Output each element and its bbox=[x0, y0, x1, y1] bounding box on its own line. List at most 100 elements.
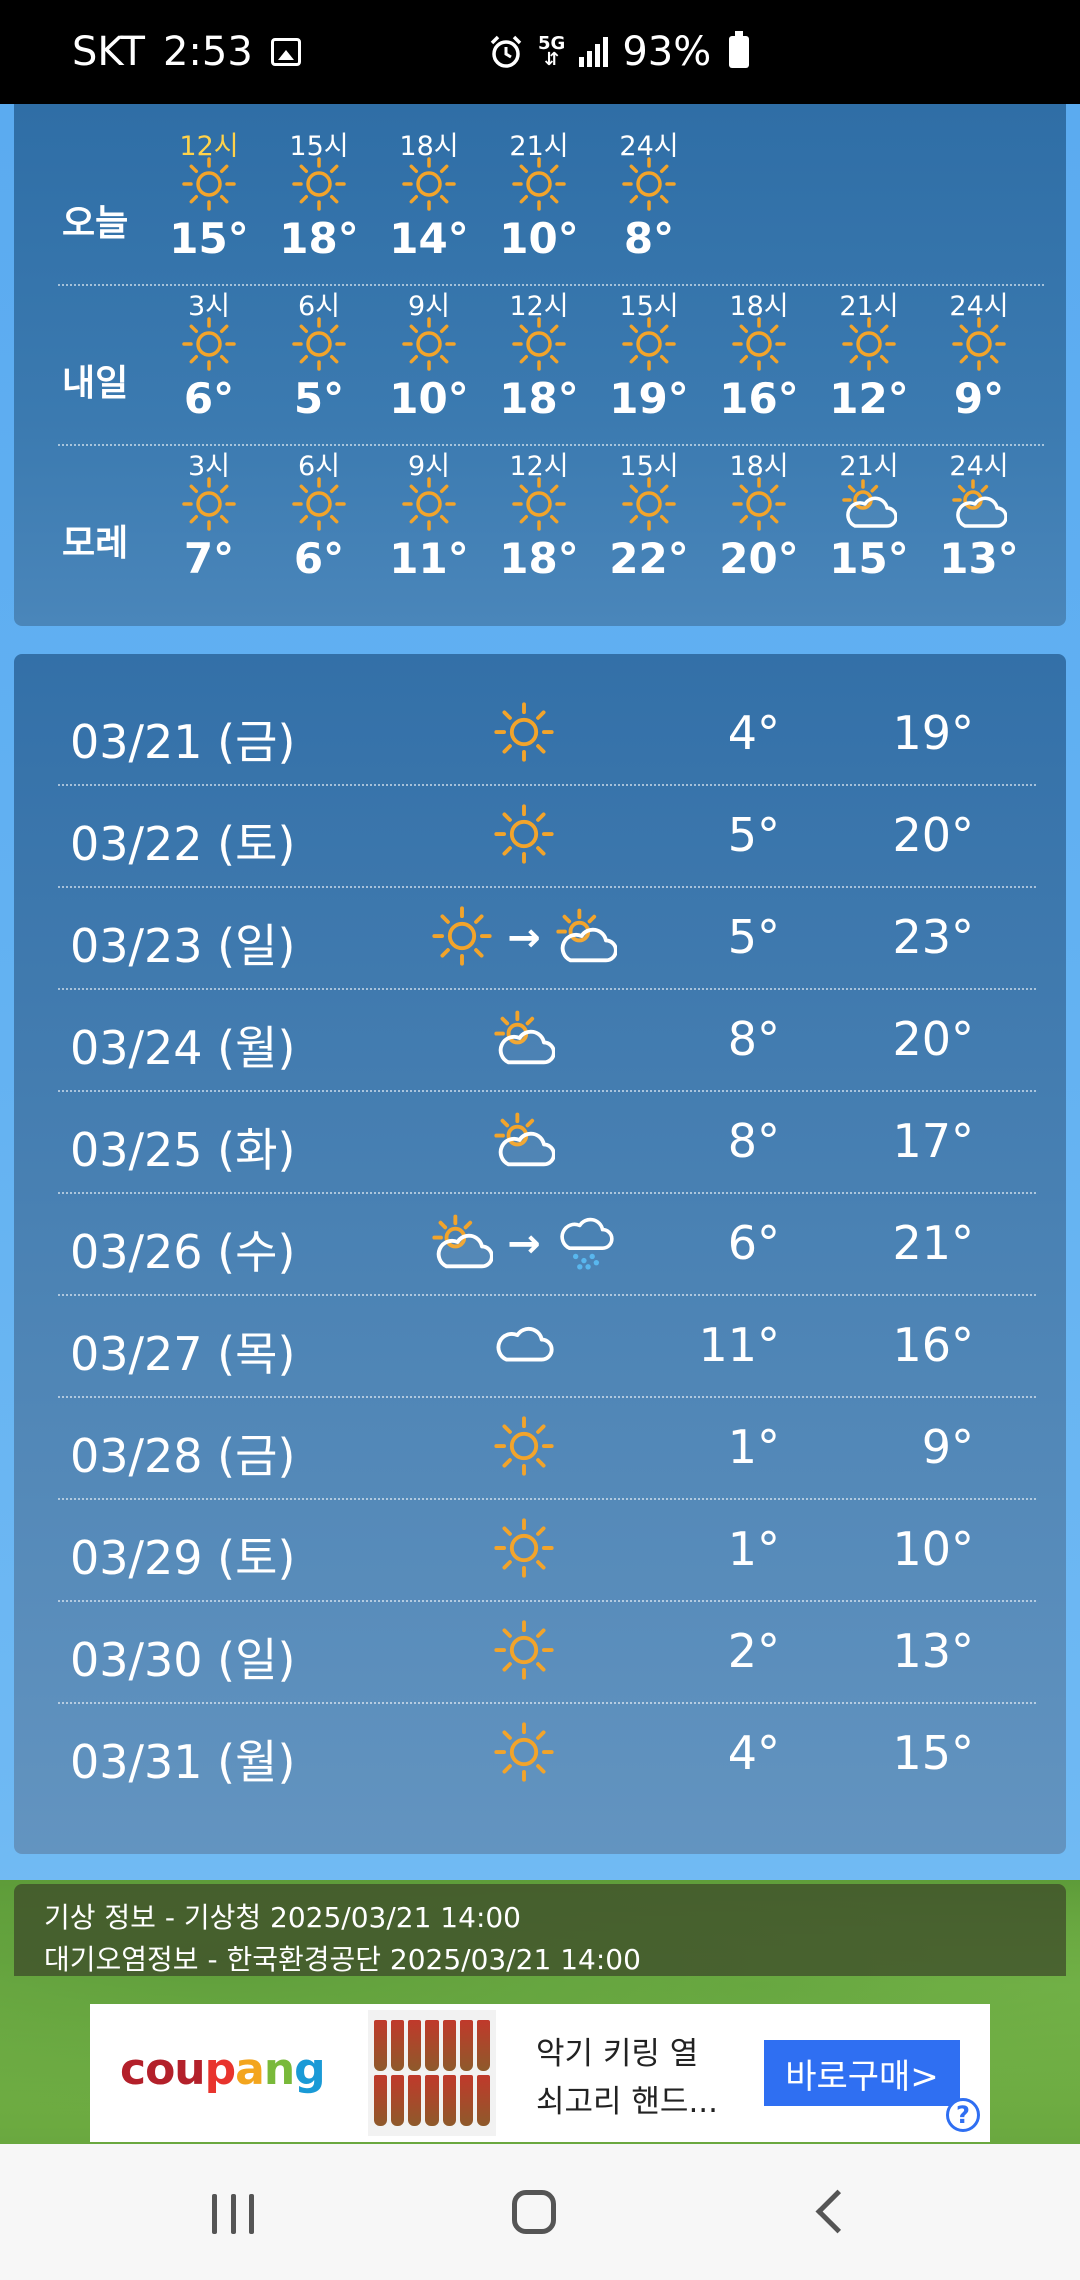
back-button[interactable] bbox=[815, 2189, 860, 2234]
partly-cloudy-icon bbox=[493, 1007, 556, 1073]
home-button[interactable] bbox=[512, 2190, 556, 2234]
weather-icons bbox=[404, 1008, 644, 1072]
day-label: 모레 bbox=[62, 523, 129, 564]
alarm-icon bbox=[490, 35, 522, 68]
ad-product-image[interactable] bbox=[368, 2010, 496, 2136]
hourly-cell: 12시 18° bbox=[484, 284, 594, 423]
weather-icons bbox=[404, 1110, 644, 1174]
hourly-forecast-panel: 오늘 12시 15° 15시 18° 18시 14° 21시 10° 24시 8° 내일 3시 6° 6시 5… bbox=[14, 104, 1066, 626]
daily-forecast-panel: 03/21 (금) 4° 19° 03/22 (토) 5° 20° 03/23 (일) → 5°… bbox=[14, 654, 1066, 1854]
signal-icon bbox=[579, 37, 609, 67]
arrow-right-icon: → bbox=[507, 1221, 541, 1267]
gallery-notification-icon bbox=[270, 38, 301, 66]
weather-icons bbox=[404, 1722, 644, 1786]
hour-temp: 18° bbox=[499, 534, 579, 583]
low-temp: 6° bbox=[727, 1216, 780, 1270]
hour-temp: 7° bbox=[183, 534, 235, 583]
sun-icon bbox=[493, 1517, 555, 1583]
hourly-cell: 21시 15° bbox=[814, 444, 924, 583]
hour-label: 6시 bbox=[297, 291, 341, 322]
weather-icons bbox=[404, 1620, 644, 1684]
sun-icon bbox=[704, 316, 814, 372]
date-label: 03/25 (화) bbox=[70, 1123, 296, 1177]
hourly-cell: 24시 9° bbox=[924, 284, 1034, 423]
low-temp: 1° bbox=[727, 1522, 780, 1576]
high-temp: 9° bbox=[921, 1420, 974, 1474]
ad-help-icon[interactable]: ? bbox=[946, 2098, 980, 2132]
sun-icon bbox=[594, 316, 704, 372]
partly-cloudy-icon bbox=[493, 1109, 556, 1175]
partly-cloudy-icon bbox=[814, 476, 924, 532]
hour-temp: 18° bbox=[499, 374, 579, 423]
daily-row: 03/24 (월) 8° 20° bbox=[14, 988, 1066, 1090]
hour-temp: 6° bbox=[183, 374, 235, 423]
sun-icon bbox=[374, 156, 484, 212]
sun-icon bbox=[154, 316, 264, 372]
hourly-cell: 9시 10° bbox=[374, 284, 484, 423]
sun-icon bbox=[374, 316, 484, 372]
hour-label: 3시 bbox=[187, 451, 231, 482]
hourly-cell: 6시 5° bbox=[264, 284, 374, 423]
weather-icons: → bbox=[404, 906, 644, 970]
hour-temp: 19° bbox=[609, 374, 689, 423]
sun-icon bbox=[264, 316, 374, 372]
hour-label: 15시 bbox=[619, 291, 679, 322]
weather-icons bbox=[404, 1518, 644, 1582]
ad-banner[interactable]: coupang 악기 키링 열 쇠고리 핸드... 바로구매> ? bbox=[90, 2004, 990, 2142]
hour-label: 18시 bbox=[399, 131, 459, 162]
hour-label: 6시 bbox=[297, 451, 341, 482]
cloud-icon bbox=[493, 1313, 555, 1379]
hour-label: 12시 bbox=[509, 291, 569, 322]
weather-icons bbox=[404, 804, 644, 868]
daily-row: 03/28 (금) 1° 9° bbox=[14, 1396, 1066, 1498]
low-temp: 5° bbox=[727, 910, 780, 964]
sun-icon bbox=[493, 1415, 555, 1481]
sun-icon bbox=[493, 803, 555, 869]
daily-row: 03/27 (목) 11° 16° bbox=[14, 1294, 1066, 1396]
network-type: 5G bbox=[538, 33, 566, 54]
clock: 2:53 bbox=[162, 29, 253, 75]
ad-text-line1: 악기 키링 열 bbox=[536, 2036, 699, 2072]
hour-temp: 20° bbox=[719, 534, 799, 583]
hour-temp: 6° bbox=[293, 534, 345, 583]
hourly-row: 모레 3시 7° 6시 6° 9시 11° 12시 18° 15시 22° 18시 20° 21시 15° 2… bbox=[14, 444, 1066, 604]
sun-icon bbox=[493, 1619, 555, 1685]
daily-row: 03/30 (일) 2° 13° bbox=[14, 1600, 1066, 1702]
hourly-cell: 3시 7° bbox=[154, 444, 264, 583]
sun-icon bbox=[431, 905, 493, 971]
ad-product-text[interactable]: 악기 키링 열 쇠고리 핸드... bbox=[536, 2030, 718, 2126]
navigation-bar bbox=[0, 2144, 1080, 2280]
low-temp: 2° bbox=[727, 1624, 780, 1678]
coupang-logo[interactable]: coupang bbox=[120, 2044, 326, 2095]
battery-percent: 93% bbox=[622, 29, 712, 75]
low-temp: 8° bbox=[727, 1114, 780, 1168]
high-temp: 20° bbox=[892, 1012, 974, 1066]
daily-row: 03/21 (금) 4° 19° bbox=[14, 682, 1066, 784]
sun-icon bbox=[264, 476, 374, 532]
hour-label: 12시 bbox=[179, 131, 239, 162]
recent-apps-button[interactable] bbox=[212, 2194, 254, 2234]
hour-temp: 11° bbox=[389, 534, 469, 583]
hourly-cell: 24시 13° bbox=[924, 444, 1034, 583]
hourly-cell: 15시 18° bbox=[264, 124, 374, 263]
date-label: 03/29 (토) bbox=[70, 1531, 296, 1585]
high-temp: 10° bbox=[892, 1522, 974, 1576]
sun-icon bbox=[493, 701, 555, 767]
hour-label: 12시 bbox=[509, 451, 569, 482]
high-temp: 17° bbox=[892, 1114, 974, 1168]
partly-cloudy-icon bbox=[431, 1211, 495, 1277]
buy-now-button[interactable]: 바로구매> bbox=[764, 2040, 960, 2106]
daily-row: 03/25 (화) 8° 17° bbox=[14, 1090, 1066, 1192]
hourly-cell: 21시 10° bbox=[484, 124, 594, 263]
date-label: 03/24 (월) bbox=[70, 1021, 296, 1075]
hour-label: 3시 bbox=[187, 291, 231, 322]
hour-temp: 12° bbox=[829, 374, 909, 423]
day-label: 오늘 bbox=[62, 203, 129, 244]
date-label: 03/30 (일) bbox=[70, 1633, 296, 1687]
date-label: 03/21 (금) bbox=[70, 715, 296, 769]
hourly-cell: 6시 6° bbox=[264, 444, 374, 583]
hour-label: 18시 bbox=[729, 291, 789, 322]
hour-temp: 14° bbox=[389, 214, 469, 263]
hour-temp: 15° bbox=[169, 214, 249, 263]
high-temp: 16° bbox=[892, 1318, 974, 1372]
